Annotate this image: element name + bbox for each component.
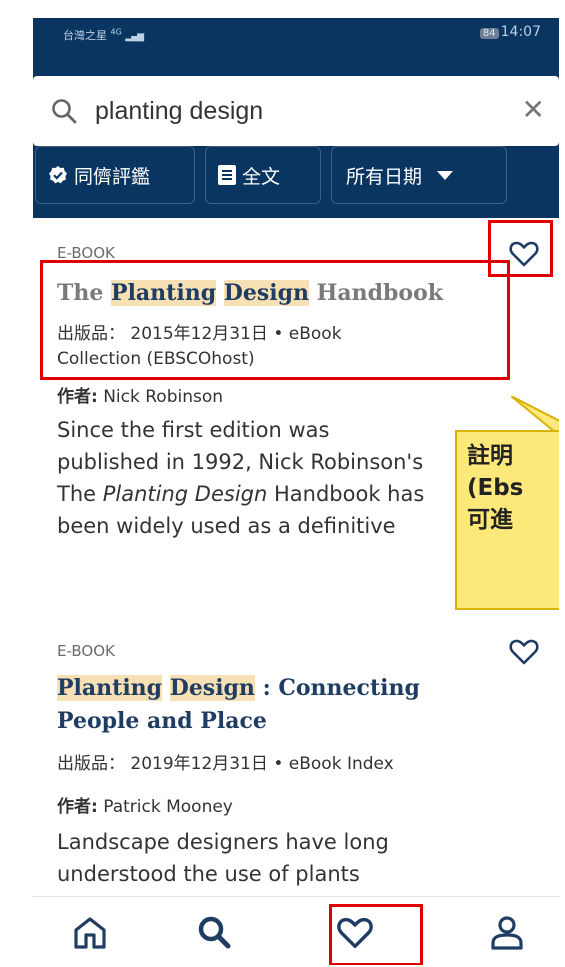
full-text-filter-button[interactable]: 全文 [205, 146, 321, 204]
search-bar[interactable]: ✕ [33, 76, 559, 146]
status-time: 14:07 [500, 24, 541, 40]
full-text-label: 全文 [242, 165, 281, 188]
title-annotation-box [40, 260, 510, 380]
carrier-name: 台灣之星 4G ▂▄▆ [63, 27, 144, 42]
result-author: 作者: Nick Robinson [57, 387, 224, 407]
result-description: Landscape designers have long understood… [57, 830, 389, 886]
signal-label: 4G [110, 27, 122, 37]
result-type: E-BOOK [57, 642, 115, 660]
caret-down-icon [437, 171, 454, 180]
bottom-navigation [33, 896, 559, 965]
favorites-nav-annotation-box [329, 904, 423, 965]
result-title[interactable]: Planting Design : Connecting People and … [57, 672, 420, 738]
clear-search-icon[interactable]: ✕ [522, 96, 545, 124]
date-filter-dropdown[interactable]: 所有日期 [331, 146, 507, 204]
phone-screen: 台灣之星 4G ▂▄▆ 8414:07 ✕ 同儕評鑑 [33, 18, 559, 965]
check-badge-icon [49, 166, 67, 184]
profile-icon [491, 916, 523, 950]
filter-bar: 同儕評鑑 全文 所有日期 [33, 146, 559, 206]
nav-home-button[interactable] [67, 911, 113, 955]
app-header: 台灣之星 4G ▂▄▆ 8414:07 ✕ 同儕評鑑 [33, 18, 559, 218]
nav-search-button[interactable] [192, 911, 238, 955]
peer-reviewed-label: 同儕評鑑 [74, 165, 151, 188]
annotation-callout: 註明 (Ebs 可進 [455, 430, 559, 610]
result-author: 作者: Patrick Mooney [57, 797, 233, 817]
search-icon [52, 99, 77, 124]
battery-icon: 84 [479, 28, 499, 39]
search-input[interactable] [95, 90, 495, 132]
nav-profile-button[interactable] [484, 911, 530, 955]
peer-reviewed-filter-button[interactable]: 同儕評鑑 [35, 146, 195, 204]
status-right: 84 14:07 [479, 24, 541, 40]
favorite-heart-icon[interactable] [509, 638, 539, 666]
search-icon [198, 916, 231, 949]
home-icon [74, 917, 106, 949]
status-bar: 台灣之星 4G ▂▄▆ 84 14:07 [33, 18, 559, 58]
date-filter-label: 所有日期 [346, 165, 423, 188]
result-publication-info: 出版品： 2019年12月31日 • eBook Index [57, 754, 394, 774]
result-card[interactable]: E-BOOK Planting Design : Connecting Peop… [33, 606, 559, 896]
document-icon [218, 165, 236, 185]
signal-bars-icon: ▂▄▆ [125, 32, 144, 42]
